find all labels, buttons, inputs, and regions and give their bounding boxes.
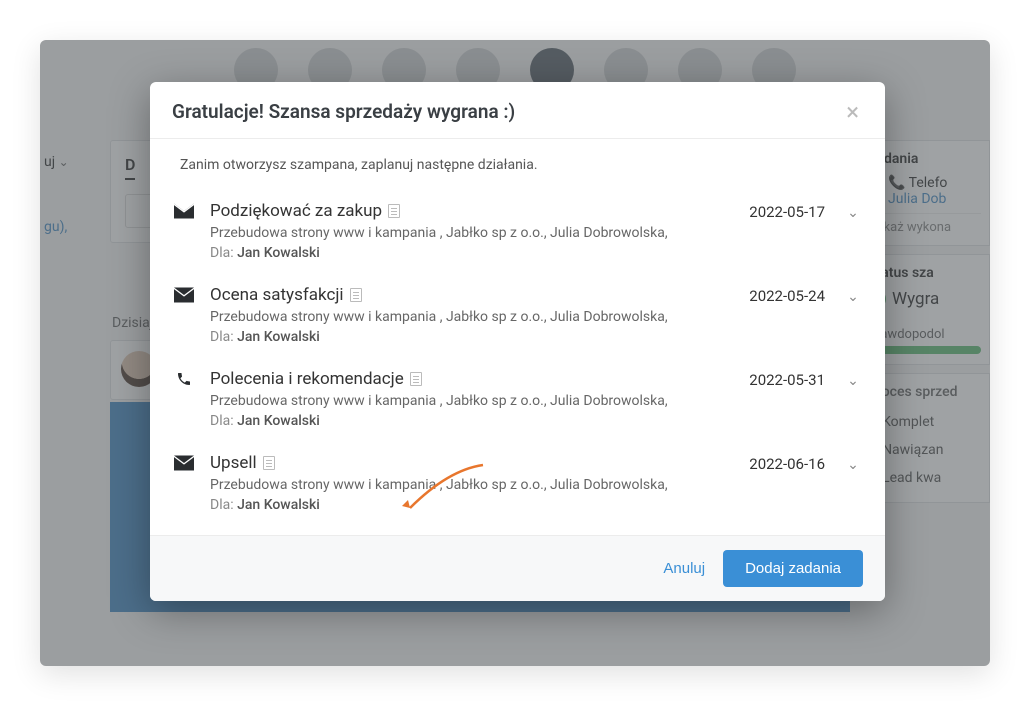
task-title: Polecenia i rekomendacje: [210, 369, 735, 389]
app-canvas: uj ⌄ gu), D Dzisiaj Zadania 📞 Telefo Jul…: [40, 40, 990, 666]
note-icon[interactable]: [410, 372, 422, 386]
task-date[interactable]: 2022-05-17: [749, 201, 831, 221]
task-for: Dla: Jan Kowalski: [210, 245, 735, 261]
modal-footer: Anuluj Dodaj zadania: [150, 535, 885, 601]
task-for: Dla: Jan Kowalski: [210, 329, 735, 345]
chevron-down-icon[interactable]: ⌄: [845, 453, 861, 473]
task-row: Podziękować za zakup Przebudowa strony w…: [172, 191, 863, 275]
task-subtitle: Przebudowa strony www i kampania , Jabłk…: [210, 477, 735, 493]
task-row: Upsell Przebudowa strony www i kampania …: [172, 443, 863, 527]
task-title: Podziękować za zakup: [210, 201, 735, 221]
modal-body: Zanim otworzysz szampana, zaplanuj nastę…: [150, 139, 885, 535]
modal-dialog: Gratulacje! Szansa sprzedaży wygrana :) …: [150, 82, 885, 601]
task-title: Upsell: [210, 453, 735, 473]
chevron-down-icon[interactable]: ⌄: [845, 285, 861, 305]
task-row: Ocena satysfakcji Przebudowa strony www …: [172, 275, 863, 359]
chevron-down-icon[interactable]: ⌄: [845, 201, 861, 221]
mail-icon: [174, 285, 196, 307]
task-row: Polecenia i rekomendacje Przebudowa stro…: [172, 359, 863, 443]
task-title: Ocena satysfakcji: [210, 285, 735, 305]
task-date[interactable]: 2022-06-16: [749, 453, 831, 473]
task-for: Dla: Jan Kowalski: [210, 497, 735, 513]
task-subtitle: Przebudowa strony www i kampania , Jabłk…: [210, 393, 735, 409]
task-for: Dla: Jan Kowalski: [210, 413, 735, 429]
cancel-button[interactable]: Anuluj: [663, 560, 705, 577]
note-icon[interactable]: [350, 288, 362, 302]
mail-icon: [174, 201, 196, 223]
task-date[interactable]: 2022-05-24: [749, 285, 831, 305]
modal-intro-text: Zanim otworzysz szampana, zaplanuj nastę…: [172, 155, 863, 191]
close-icon[interactable]: ×: [842, 100, 863, 124]
modal-header: Gratulacje! Szansa sprzedaży wygrana :) …: [150, 82, 885, 139]
note-icon[interactable]: [263, 456, 275, 470]
phone-icon: [174, 369, 196, 391]
note-icon[interactable]: [388, 204, 400, 218]
modal-title: Gratulacje! Szansa sprzedaży wygrana :): [172, 100, 515, 123]
add-tasks-button[interactable]: Dodaj zadania: [723, 550, 863, 587]
chevron-down-icon[interactable]: ⌄: [845, 369, 861, 389]
task-date[interactable]: 2022-05-31: [749, 369, 831, 389]
task-subtitle: Przebudowa strony www i kampania , Jabłk…: [210, 309, 735, 325]
mail-icon: [174, 453, 196, 475]
task-subtitle: Przebudowa strony www i kampania , Jabłk…: [210, 225, 735, 241]
